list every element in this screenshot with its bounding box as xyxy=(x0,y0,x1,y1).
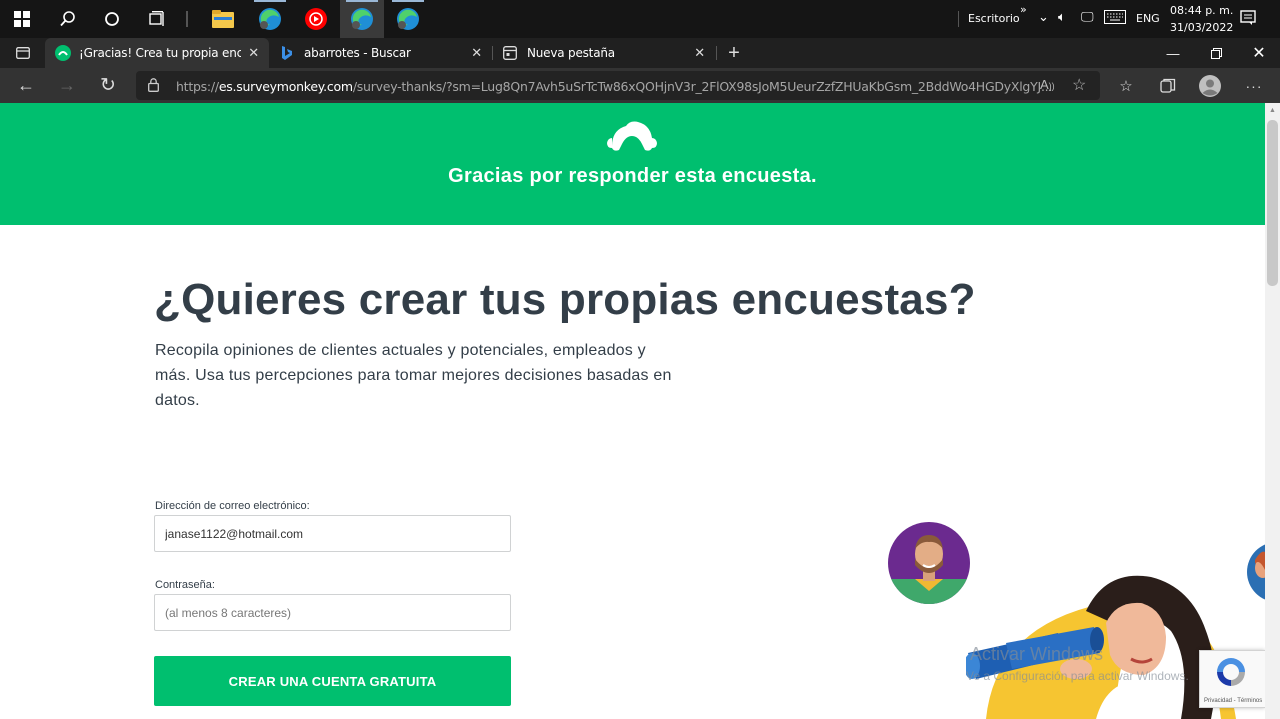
email-field[interactable] xyxy=(154,515,511,552)
scroll-up-arrow-icon[interactable]: ▲ xyxy=(1268,107,1277,114)
more-options-icon[interactable]: ··· xyxy=(1243,75,1265,97)
new-tab-page-icon xyxy=(503,46,517,60)
create-free-account-button[interactable]: CREAR UNA CUENTA GRATUITA xyxy=(154,656,511,706)
recaptcha-privacy-terms-link[interactable]: Privacidad - Términos xyxy=(1204,698,1262,704)
tab-title: ¡Gracias! Crea tu propia encuesta xyxy=(79,46,241,60)
notification-center-icon[interactable] xyxy=(1240,10,1256,29)
lock-icon[interactable] xyxy=(148,78,159,95)
refresh-icon[interactable]: ↻ xyxy=(88,68,128,103)
network-icon[interactable]: 🖵︎ xyxy=(1081,10,1094,25)
cortana-icon[interactable] xyxy=(90,0,134,38)
page-heading: ¿Quieres crear tus propias encuestas? xyxy=(154,275,976,324)
desktop-toolbar-label[interactable]: Escritorio xyxy=(968,12,1020,25)
password-label: Contraseña: xyxy=(155,579,215,591)
bing-favicon-icon xyxy=(280,45,294,61)
tab-separator xyxy=(716,46,717,60)
password-field[interactable] xyxy=(154,594,511,631)
toolbar-overflow-icon[interactable]: » xyxy=(1020,3,1027,16)
scrollbar-thumb[interactable] xyxy=(1267,120,1278,286)
windows-activation-title: Activar Windows xyxy=(970,644,1104,664)
page-scrollbar[interactable]: ▲ xyxy=(1265,103,1280,719)
edge-active-taskbar-icon[interactable] xyxy=(340,0,384,38)
tab-title: abarrotes - Buscar xyxy=(304,46,411,60)
minimize-icon[interactable]: — xyxy=(1151,38,1195,68)
email-label: Dirección de correo electrónico: xyxy=(155,500,310,512)
windows-activation-subtitle: Ve a Configuración para activar Windows. xyxy=(966,669,1189,683)
add-favorite-icon[interactable]: ☆ xyxy=(1072,75,1086,95)
tab-new-tab[interactable]: Nueva pestaña ✕ xyxy=(493,38,715,68)
tab-title: Nueva pestaña xyxy=(527,46,615,60)
url-text[interactable]: https://es.surveymonkey.com/survey-thank… xyxy=(176,79,1052,94)
language-indicator[interactable]: ENG xyxy=(1136,12,1160,25)
read-aloud-icon[interactable]: A)) xyxy=(1040,77,1055,92)
back-arrow-icon[interactable]: ← xyxy=(6,68,46,103)
close-tab-icon[interactable]: ✕ xyxy=(471,46,482,61)
forward-arrow-icon[interactable]: → xyxy=(47,68,87,103)
windows-taskbar: Escritorio » ⌄ 🔈︎ 🖵︎ ENG 08:44 p. m. 31/… xyxy=(0,0,1280,38)
windows-start-icon[interactable] xyxy=(0,0,44,38)
collections-icon[interactable] xyxy=(1157,75,1179,97)
browser-tab-bar: ¡Gracias! Crea tu propia encuesta ✕ abar… xyxy=(0,38,1280,68)
youtube-music-icon[interactable] xyxy=(294,0,338,38)
recaptcha-logo-icon xyxy=(1214,655,1248,694)
web-page: Gracias por responder esta encuesta. ¿Qu… xyxy=(0,103,1265,719)
tab-actions-icon[interactable] xyxy=(8,38,38,68)
task-view-icon[interactable] xyxy=(136,0,180,38)
app-indicator xyxy=(346,0,378,2)
favorites-icon[interactable]: ☆ xyxy=(1115,75,1137,97)
surveymonkey-logo-icon xyxy=(604,116,660,159)
chevron-up-icon[interactable]: ⌄ xyxy=(1038,10,1049,25)
keyboard-icon[interactable] xyxy=(1104,10,1126,27)
url-domain: es.surveymonkey.com xyxy=(218,79,353,94)
taskbar-divider xyxy=(186,11,188,27)
search-icon[interactable] xyxy=(46,0,90,38)
app-indicator xyxy=(392,0,424,2)
close-tab-icon[interactable]: ✕ xyxy=(248,46,259,61)
tray-divider xyxy=(958,11,959,27)
browser-toolbar: ← → ↻ https://es.surveymonkey.com/survey… xyxy=(0,68,1280,103)
edge-profile-taskbar-icon[interactable] xyxy=(386,0,430,38)
edge-taskbar-icon[interactable] xyxy=(248,0,292,38)
url-scheme: https:// xyxy=(176,79,219,94)
new-tab-plus-icon[interactable]: + xyxy=(720,38,748,68)
app-indicator xyxy=(254,0,286,2)
thank-you-banner: Gracias por responder esta encuesta. xyxy=(0,103,1265,225)
profile-avatar-icon[interactable] xyxy=(1199,75,1221,97)
file-explorer-icon[interactable] xyxy=(201,0,245,38)
tab-bing-search[interactable]: abarrotes - Buscar ✕ xyxy=(270,38,492,68)
volume-icon[interactable]: 🔈︎ xyxy=(1058,10,1066,25)
hero-title: Gracias por responder esta encuesta. xyxy=(448,165,817,187)
close-window-icon[interactable]: ✕ xyxy=(1237,38,1280,68)
avatar xyxy=(887,521,971,610)
page-lead-text: Recopila opiniones de clientes actuales … xyxy=(155,342,672,409)
clock-time[interactable]: 08:44 p. m. xyxy=(1170,4,1233,17)
address-bar[interactable]: https://es.surveymonkey.com/survey-thank… xyxy=(136,71,1100,100)
restore-icon[interactable] xyxy=(1194,38,1238,68)
close-tab-icon[interactable]: ✕ xyxy=(694,46,705,61)
recaptcha-badge[interactable]: Privacidad - Términos xyxy=(1199,650,1265,708)
clock-date[interactable]: 31/03/2022 xyxy=(1170,21,1233,34)
surveymonkey-favicon-icon xyxy=(55,45,71,61)
url-path: /survey-thanks/?sm=Lug8Qn7Avh5uSrTcTw86x… xyxy=(352,79,1053,94)
tab-surveymonkey[interactable]: ¡Gracias! Crea tu propia encuesta ✕ xyxy=(45,38,269,68)
